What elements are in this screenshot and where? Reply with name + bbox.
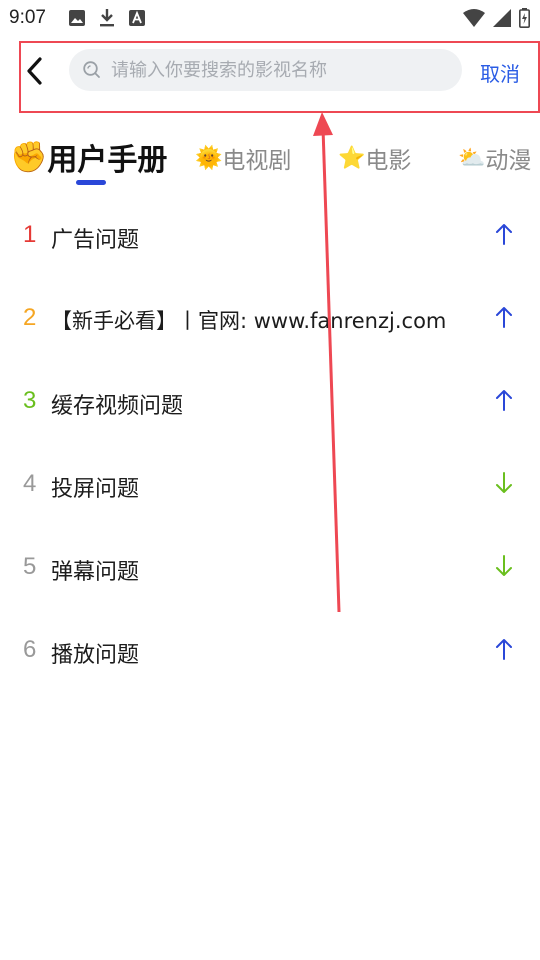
list-item[interactable]: 6 播放问题 <box>0 610 540 693</box>
tab-label: 动漫 <box>485 148 532 174</box>
arrow-up-icon <box>494 222 514 250</box>
tab-label: 电影 <box>365 148 412 174</box>
item-title: 播放问题 <box>51 643 140 668</box>
star-icon: ⭐ <box>338 145 366 171</box>
item-title: 投屏问题 <box>51 477 140 502</box>
chevron-left-icon <box>22 57 48 90</box>
list-item[interactable]: 3 缓存视频问题 <box>0 361 540 444</box>
arrow-up-icon <box>494 388 514 416</box>
search-input[interactable] <box>111 49 451 91</box>
signal-icon <box>493 9 511 27</box>
arrow-down-icon <box>494 471 514 499</box>
item-title: 弹幕问题 <box>51 560 140 585</box>
search-header: 取消 <box>0 40 540 112</box>
status-bar: 9:07 <box>0 0 540 36</box>
tab-tv-series[interactable]: 🌞 电视剧 <box>195 141 291 175</box>
list-item[interactable]: 1 广告问题 <box>0 195 540 278</box>
tab-movies[interactable]: ⭐ 电影 <box>338 141 411 175</box>
arrow-up-icon <box>494 305 514 333</box>
download-icon <box>99 9 115 27</box>
list-item[interactable]: 4 投屏问题 <box>0 444 540 527</box>
item-title: 【新手必看】丨官网: www.fanrenzj.com <box>51 309 447 333</box>
list-item[interactable]: 2 【新手必看】丨官网: www.fanrenzj.com <box>0 278 540 361</box>
cloud-sun-icon: ⛅ <box>458 145 486 171</box>
arrow-up-icon <box>494 637 514 665</box>
image-icon <box>69 10 85 26</box>
a-badge-icon <box>129 10 145 26</box>
item-title: 广告问题 <box>51 228 140 253</box>
cancel-button[interactable]: 取消 <box>480 58 520 87</box>
item-rank: 6 <box>23 636 37 663</box>
item-title: 缓存视频问题 <box>51 394 184 419</box>
tab-label: 用户手册 <box>47 143 168 178</box>
item-rank: 2 <box>23 304 37 331</box>
item-rank: 4 <box>23 470 37 497</box>
arrow-down-icon <box>494 554 514 582</box>
search-icon <box>82 60 102 84</box>
wifi-icon <box>463 9 485 27</box>
active-tab-indicator <box>76 180 106 185</box>
list-item[interactable]: 5 弹幕问题 <box>0 527 540 610</box>
sun-icon: 🌞 <box>195 145 223 171</box>
tab-anime[interactable]: ⛅ 动漫 <box>458 141 531 175</box>
back-button[interactable] <box>22 56 48 86</box>
status-time: 9:07 <box>9 7 46 28</box>
tab-label: 电视剧 <box>222 148 292 174</box>
item-rank: 3 <box>23 387 37 414</box>
item-rank: 1 <box>23 221 37 248</box>
search-box[interactable] <box>69 49 462 91</box>
battery-charging-icon <box>519 8 530 28</box>
fist-icon: ✊ <box>10 139 48 175</box>
item-rank: 5 <box>23 553 37 580</box>
tab-user-manual[interactable]: ✊ 用户手册 <box>10 135 167 179</box>
